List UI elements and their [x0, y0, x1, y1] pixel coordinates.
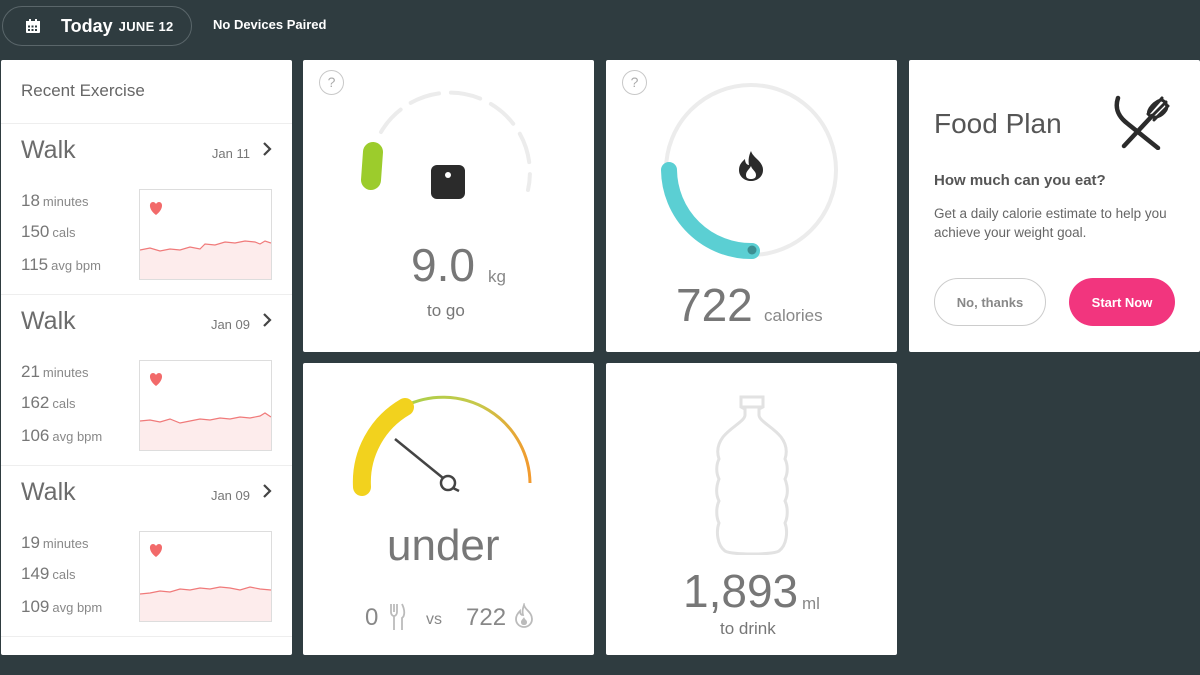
heart-rate-chart — [139, 360, 272, 451]
calendar-icon — [26, 19, 40, 33]
food-plan-card: Food Plan How much can you eat? Get a da… — [909, 60, 1200, 352]
recent-exercise-title: Recent Exercise — [1, 60, 292, 124]
weight-label: to go — [427, 301, 465, 320]
today-label: Today — [61, 15, 113, 36]
exercise-bpm: 106 avg bpm — [21, 426, 103, 445]
chevron-right-icon — [262, 312, 272, 332]
calories-card[interactable]: ? 722 calories — [606, 60, 897, 352]
exercise-minutes: 21 minutes — [21, 362, 89, 381]
start-now-button[interactable]: Start Now — [1069, 278, 1175, 326]
exercise-item[interactable]: Walk Jan 09 19 minutes 149 cals 109 avg bpm — [1, 466, 292, 637]
food-plan-description: Get a daily calorie estimate to help you… — [934, 206, 1167, 240]
calories-unit: calories — [764, 306, 823, 325]
chevron-right-icon — [262, 483, 272, 503]
scale-icon — [431, 165, 465, 204]
exercise-name: Walk — [21, 478, 76, 506]
exercise-date: Jan 11 — [211, 146, 250, 161]
calorie-balance-card[interactable]: under 0 vs 722 — [303, 363, 594, 655]
exercise-item[interactable]: Walk Jan 09 21 minutes 162 cals 106 avg bpm — [1, 295, 292, 466]
calories-value: 722 — [676, 279, 753, 331]
weight-value: 9.0 — [411, 239, 475, 291]
recent-exercise-card: Recent Exercise Walk Jan 11 18 minutes 15… — [1, 60, 292, 655]
water-bottle-icon — [713, 395, 791, 560]
exercise-name: Walk — [21, 307, 76, 335]
water-unit: ml — [802, 594, 820, 613]
food-plan-question: How much can you eat? — [934, 172, 1106, 189]
exercise-date: Jan 09 — [210, 488, 250, 503]
heart-icon — [149, 544, 163, 557]
weight-unit: kg — [488, 267, 506, 286]
exercise-minutes: 19 minutes — [21, 533, 89, 552]
exercise-date: Jan 09 — [210, 317, 250, 332]
balance-status: under — [387, 521, 500, 570]
water-card[interactable]: 1,893 ml to drink — [606, 363, 897, 655]
exercise-cals: 162 cals — [21, 393, 76, 412]
heart-icon — [149, 202, 163, 215]
water-label: to drink — [720, 619, 776, 638]
vs-label: vs — [426, 611, 442, 628]
date-selector[interactable]: Today JUNE 12 — [2, 6, 192, 46]
weight-card[interactable]: ? 9.0 kg to go — [303, 60, 594, 352]
water-value: 1,893 — [683, 565, 799, 617]
food-calories: 0 — [365, 604, 379, 631]
exercise-item[interactable]: Walk Jan 11 18 minutes 150 cals 115 avg bpm — [1, 124, 292, 295]
food-plan-title: Food Plan — [934, 108, 1062, 139]
exercise-cals: 149 cals — [21, 564, 76, 583]
exercise-bpm: 109 avg bpm — [21, 597, 103, 616]
exercise-bpm: 115 avg bpm — [21, 255, 101, 274]
fork-icon — [388, 602, 406, 637]
fork-knife-icon — [1112, 94, 1170, 155]
heart-icon — [149, 373, 163, 386]
heart-rate-chart — [139, 189, 272, 280]
flame-icon — [737, 150, 765, 187]
burned-calories: 722 — [466, 604, 507, 631]
chevron-right-icon — [262, 141, 272, 161]
exercise-minutes: 18 minutes — [21, 191, 89, 210]
devices-status[interactable]: No Devices Paired — [213, 17, 326, 32]
heart-rate-chart — [139, 531, 272, 622]
flame-icon — [514, 601, 534, 634]
date-label: JUNE 12 — [118, 18, 174, 34]
balance-gauge — [352, 395, 532, 496]
exercise-name: Walk — [21, 136, 76, 164]
no-thanks-button[interactable]: No, thanks — [934, 278, 1046, 326]
exercise-cals: 150 cals — [21, 222, 76, 241]
